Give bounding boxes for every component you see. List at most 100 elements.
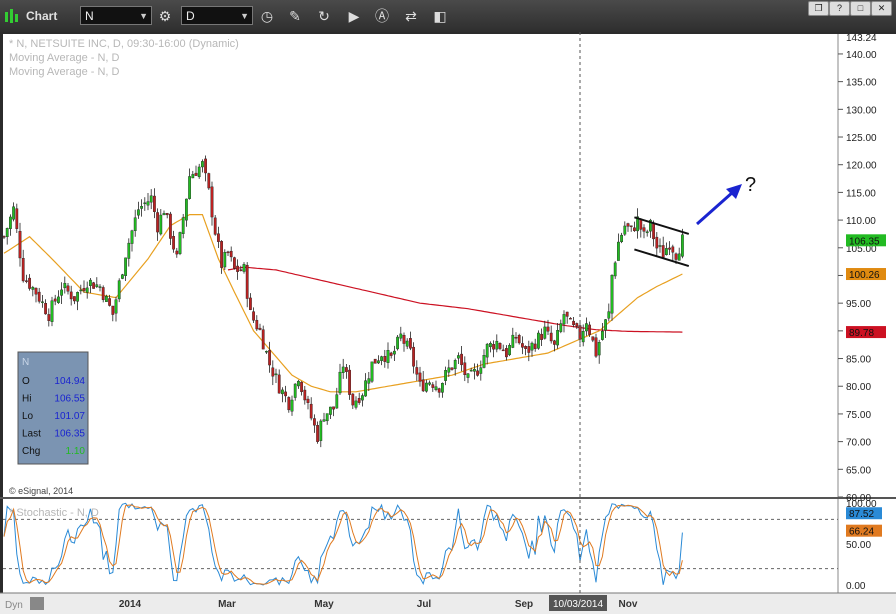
candle-body bbox=[268, 350, 271, 366]
date-tick-label: Mar bbox=[218, 599, 236, 610]
candle-body bbox=[306, 398, 310, 403]
candle-body bbox=[485, 343, 489, 358]
candle-body bbox=[597, 342, 601, 356]
candle-body bbox=[415, 367, 419, 375]
legend-stochastic: * Stochastic - N, D bbox=[9, 507, 99, 519]
candle-body bbox=[274, 373, 278, 376]
candle-body bbox=[53, 298, 57, 302]
candle-body bbox=[136, 209, 140, 216]
candle-body bbox=[594, 337, 598, 357]
candle-body bbox=[655, 236, 659, 249]
pencil-icon[interactable]: ✎ bbox=[285, 6, 305, 26]
candle-body bbox=[373, 358, 377, 364]
candle-body bbox=[178, 232, 182, 254]
interval-settings-icon[interactable]: ⚙ bbox=[155, 6, 175, 26]
candle-body bbox=[668, 247, 672, 250]
candle-body bbox=[409, 338, 412, 349]
symbol-input[interactable]: N ▼ bbox=[80, 6, 152, 25]
date-tick-label: 2014 bbox=[119, 599, 142, 610]
price-tick-label: 65.00 bbox=[846, 465, 871, 476]
candle-body bbox=[402, 335, 406, 344]
interval-input[interactable]: D ▼ bbox=[181, 6, 253, 25]
candle-body bbox=[140, 206, 143, 209]
candle-body bbox=[469, 369, 473, 372]
candle-body bbox=[642, 227, 646, 232]
candle-body bbox=[537, 332, 540, 349]
candle-body bbox=[8, 216, 12, 229]
candle-body bbox=[505, 348, 508, 358]
candle-body bbox=[236, 265, 239, 272]
candle-body bbox=[297, 380, 300, 387]
candle-body bbox=[265, 351, 268, 353]
candle-body bbox=[370, 361, 374, 382]
toolbar: Chart N ▼ ⚙ D ▼ ◷ ✎ ↻ ▶ Ⓐ ⇄ ◧ ❐ ? □ ✕ bbox=[0, 0, 896, 32]
price-axis[interactable] bbox=[838, 34, 896, 497]
candle-body bbox=[463, 362, 467, 376]
candle-body bbox=[425, 382, 428, 392]
candle-body bbox=[60, 289, 64, 296]
candle-body bbox=[210, 186, 214, 218]
stoch-tick-label: 50.00 bbox=[846, 540, 871, 551]
candle-body bbox=[104, 296, 108, 302]
candle-body bbox=[18, 230, 22, 259]
candle-body bbox=[25, 280, 28, 282]
candle-body bbox=[175, 250, 179, 255]
candle-body bbox=[300, 381, 303, 393]
chevron-down-icon[interactable]: ▼ bbox=[139, 7, 148, 26]
alert-icon[interactable]: Ⓐ bbox=[372, 6, 392, 26]
candle-body bbox=[194, 172, 198, 176]
maximize-button[interactable]: □ bbox=[850, 1, 871, 16]
candle-body bbox=[492, 344, 495, 350]
candle-body bbox=[184, 198, 188, 221]
candle-body bbox=[85, 287, 89, 293]
candle-body bbox=[671, 246, 675, 253]
footer-menu-icon[interactable] bbox=[30, 597, 44, 610]
databox-symbol: N bbox=[22, 357, 29, 368]
candle-body bbox=[521, 343, 524, 348]
candle-body bbox=[351, 393, 355, 406]
help-button[interactable]: ? bbox=[829, 1, 850, 16]
candle-body bbox=[124, 257, 128, 276]
candle-body bbox=[229, 250, 233, 258]
chevron-down-icon[interactable]: ▼ bbox=[240, 7, 249, 26]
candle-body bbox=[66, 285, 70, 292]
close-button[interactable]: ✕ bbox=[871, 1, 892, 16]
candle-body bbox=[47, 314, 51, 321]
databox-label: Last bbox=[22, 429, 41, 440]
databox-label: Lo bbox=[22, 411, 34, 422]
candle-body bbox=[197, 166, 201, 178]
candle-body bbox=[367, 378, 371, 384]
candle-body bbox=[271, 367, 275, 377]
candle-body bbox=[335, 394, 339, 409]
refresh-icon[interactable]: ↻ bbox=[314, 6, 334, 26]
clock-icon[interactable]: ◷ bbox=[257, 6, 277, 26]
legend-symbol: * N, NETSUITE INC, D, 09:30-16:00 (Dynam… bbox=[9, 38, 239, 50]
restore-button[interactable]: ❐ bbox=[808, 1, 829, 16]
play-icon[interactable]: ▶ bbox=[344, 6, 364, 26]
candle-body bbox=[165, 213, 169, 216]
stoch-tick-label: 0.00 bbox=[846, 581, 866, 592]
candle-body bbox=[15, 208, 19, 229]
candle-body bbox=[303, 389, 307, 401]
chart-area[interactable]: 140.00 135.00 130.00 125.00 120.00 115.00 110.… bbox=[0, 32, 896, 614]
candle-body bbox=[277, 374, 281, 394]
candle-body bbox=[421, 379, 425, 392]
candle-body bbox=[527, 346, 531, 353]
databox-value: 106.35 bbox=[54, 429, 85, 440]
candle-body bbox=[524, 346, 528, 349]
candle-body bbox=[108, 298, 112, 306]
price-plot-background[interactable] bbox=[3, 34, 838, 497]
databox-value: 106.55 bbox=[54, 394, 85, 405]
candle-body bbox=[181, 217, 185, 234]
candle-body bbox=[50, 300, 54, 322]
candle-body bbox=[329, 406, 332, 415]
tools-icon[interactable]: ◧ bbox=[430, 6, 450, 26]
candle-body bbox=[248, 297, 252, 310]
candle-body bbox=[34, 287, 38, 295]
candle-body bbox=[255, 319, 259, 330]
candle-body bbox=[437, 388, 441, 393]
candle-body bbox=[441, 382, 444, 393]
candle-body bbox=[396, 336, 399, 350]
candle-body bbox=[338, 371, 342, 394]
link-icon[interactable]: ⇄ bbox=[401, 6, 421, 26]
